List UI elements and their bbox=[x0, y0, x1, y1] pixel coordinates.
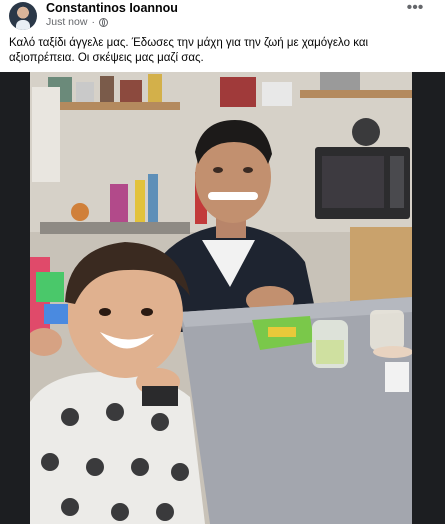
post-photo[interactable] bbox=[30, 72, 412, 524]
more-options-button[interactable]: ••• bbox=[404, 0, 426, 20]
globe-icon[interactable] bbox=[98, 17, 108, 27]
facebook-post: Constantinos Ioannou Just now · ••• Καλό… bbox=[0, 0, 445, 524]
meta-separator: · bbox=[91, 16, 95, 28]
post-meta: Just now · bbox=[46, 16, 108, 28]
author-avatar[interactable] bbox=[9, 2, 37, 30]
post-caption: Καλό ταξίδι άγγελε μας. Έδωσες την μάχη … bbox=[9, 37, 369, 64]
photo-container[interactable] bbox=[0, 72, 445, 524]
post-header: Constantinos Ioannou Just now · ••• bbox=[0, 0, 445, 34]
author-name[interactable]: Constantinos Ioannou bbox=[46, 1, 178, 15]
photo-illustration bbox=[30, 72, 412, 524]
post-timestamp[interactable]: Just now bbox=[46, 16, 87, 28]
